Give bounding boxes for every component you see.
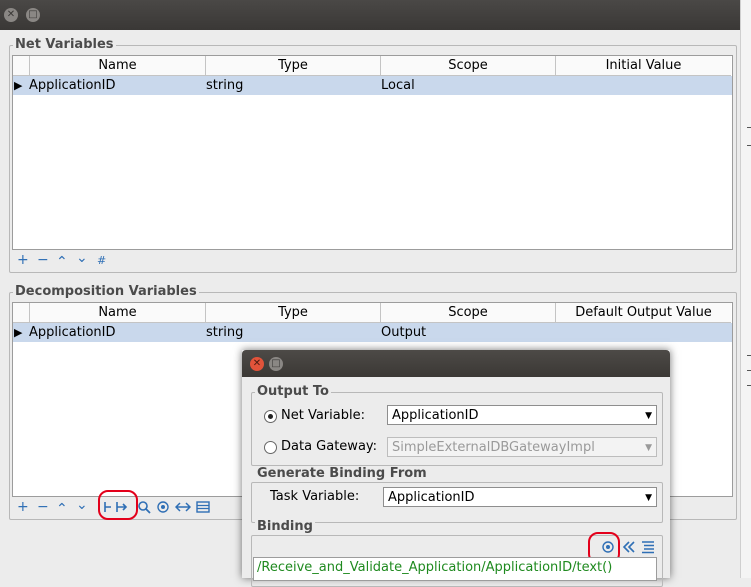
column-header-name[interactable]: Name — [30, 303, 206, 323]
edge-tick — [747, 355, 751, 356]
data-gateway-label: Data Gateway: — [281, 439, 378, 454]
task-variable-value: ApplicationID — [388, 490, 475, 505]
annotation-circle — [98, 490, 138, 520]
cell-scope[interactable]: Local — [381, 76, 415, 95]
task-variable-label: Task Variable: — [270, 489, 360, 504]
row-header-corner — [13, 303, 30, 323]
column-header-scope[interactable]: Scope — [381, 56, 556, 76]
move-up-icon[interactable]: ⌃ — [56, 255, 68, 269]
edge-tick — [747, 385, 751, 386]
edge-tick — [747, 127, 751, 128]
net-variable-select[interactable]: ApplicationID ▼ — [387, 405, 657, 425]
column-header-default-output-value[interactable]: Default Output Value — [556, 303, 731, 323]
cell-name[interactable]: ApplicationID — [29, 76, 115, 95]
move-down-icon[interactable]: ⌄ — [76, 498, 88, 512]
row-marker-icon: ▶ — [14, 79, 23, 92]
close-icon[interactable]: ✕ — [250, 357, 264, 371]
table-row[interactable]: ▶ ApplicationID string Output — [13, 323, 732, 342]
column-header-scope[interactable]: Scope — [381, 303, 556, 323]
binding-expression[interactable]: /Receive_and_Validate_Application/Applic… — [257, 560, 612, 576]
chevron-down-icon: ▼ — [645, 443, 652, 453]
collapse-left-icon[interactable] — [622, 540, 636, 554]
net-variable-value: ApplicationID — [392, 408, 479, 423]
output-binding-dialog: ✕ □ Output To Net Variable: ApplicationI… — [242, 350, 670, 587]
column-header-type[interactable]: Type — [206, 303, 381, 323]
data-gateway-radio[interactable] — [264, 441, 277, 454]
maximize-icon[interactable]: □ — [26, 8, 40, 22]
row-header-corner — [13, 56, 30, 76]
binding-editor[interactable]: /Receive_and_Validate_Application/Applic… — [253, 557, 657, 581]
table-row[interactable]: ▶ ApplicationID string Local — [13, 76, 732, 95]
format-icon[interactable] — [641, 540, 655, 554]
edge-tick — [747, 370, 751, 371]
add-icon[interactable]: + — [17, 253, 29, 267]
search-icon[interactable] — [137, 500, 151, 514]
move-down-icon[interactable]: ⌄ — [76, 251, 88, 265]
output-to-title: Output To — [255, 384, 331, 399]
net-variables-table[interactable]: Name Type Scope Initial Value ▶ Applicat… — [12, 55, 733, 250]
task-variable-select[interactable]: ApplicationID ▼ — [383, 487, 657, 507]
main-window-titlebar: ✕ □ — [0, 0, 740, 30]
net-variable-label: Net Variable: — [281, 408, 365, 423]
swap-icon[interactable] — [174, 500, 192, 514]
remove-icon[interactable]: − — [37, 253, 49, 267]
cell-type[interactable]: string — [206, 323, 243, 342]
row-marker-icon: ▶ — [14, 326, 23, 339]
net-variable-radio[interactable] — [264, 410, 277, 423]
maximize-icon[interactable]: □ — [269, 357, 283, 371]
hash-icon[interactable]: # — [97, 254, 106, 268]
cell-type[interactable]: string — [206, 76, 243, 95]
generate-binding-title: Generate Binding From — [255, 466, 429, 481]
target-icon[interactable] — [156, 500, 170, 514]
cell-scope[interactable]: Output — [381, 323, 426, 342]
column-header-initial-value[interactable]: Initial Value — [556, 56, 731, 76]
table-icon[interactable] — [196, 500, 210, 514]
move-up-icon[interactable]: ⌃ — [56, 502, 68, 516]
net-variables-title: Net Variables — [13, 37, 116, 52]
dialog-titlebar: ✕ □ — [242, 350, 670, 377]
remove-icon[interactable]: − — [37, 500, 49, 514]
data-gateway-value: SimpleExternalDBGatewayImpl — [392, 440, 595, 455]
column-header-type[interactable]: Type — [206, 56, 381, 76]
decomposition-variables-title: Decomposition Variables — [13, 284, 199, 299]
add-icon[interactable]: + — [17, 500, 29, 514]
chevron-down-icon: ▼ — [645, 411, 652, 421]
cell-name[interactable]: ApplicationID — [29, 323, 115, 342]
edge-tick — [747, 145, 751, 146]
binding-title: Binding — [255, 519, 315, 534]
data-gateway-select[interactable]: SimpleExternalDBGatewayImpl ▼ — [387, 437, 657, 457]
background-window-edge — [740, 0, 751, 578]
close-icon[interactable]: ✕ — [4, 8, 18, 22]
column-header-name[interactable]: Name — [30, 56, 206, 76]
chevron-down-icon: ▼ — [645, 493, 652, 503]
